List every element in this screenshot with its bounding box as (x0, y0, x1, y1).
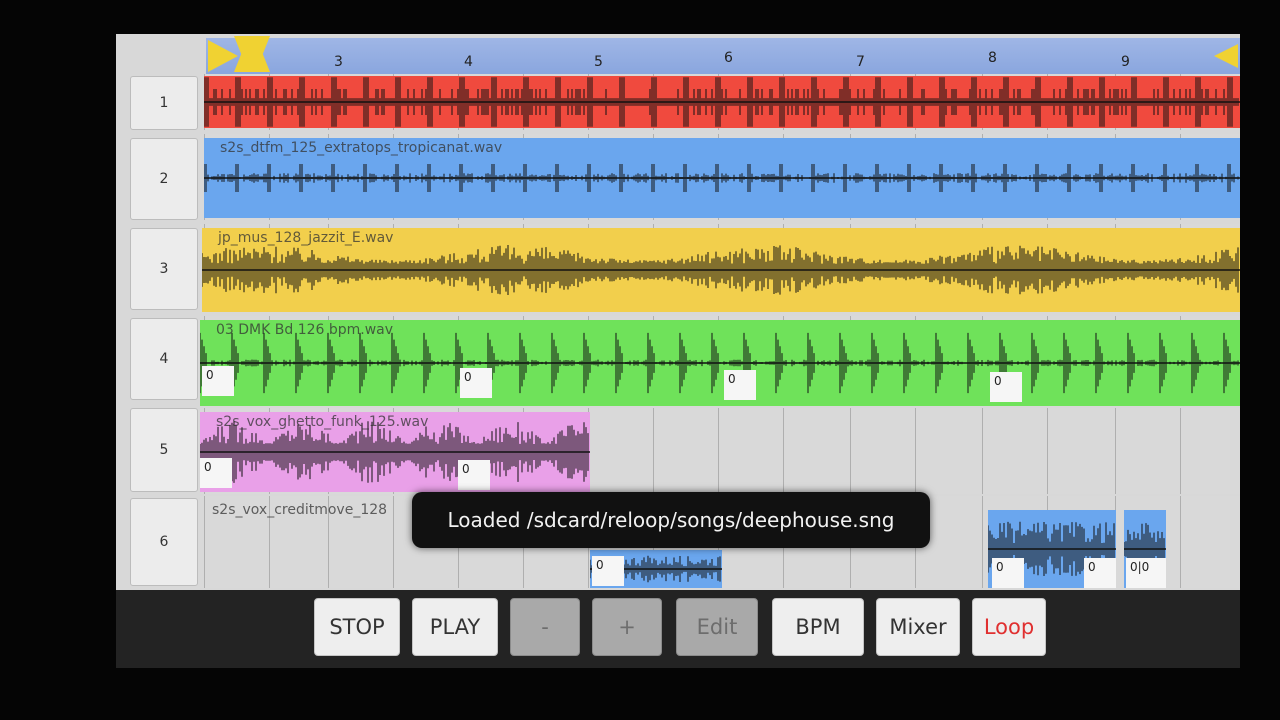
bar-number: 3 (334, 54, 343, 70)
clip-marker[interactable]: 0 (200, 458, 232, 488)
edit-button[interactable]: Edit (676, 598, 758, 656)
bar-number: 7 (856, 54, 865, 70)
lane-3[interactable]: jp_mus_128_jazzit_E.wav (200, 224, 1240, 312)
beat-gridline (1180, 408, 1181, 494)
track-number: 4 (159, 351, 169, 367)
waveform (204, 77, 1240, 127)
timeline-ruler[interactable]: 3 4 5 6 7 8 9 (206, 38, 1240, 75)
lane-5[interactable]: s2s_vox_ghetto_funk_125.wav 0 0 (200, 408, 1240, 494)
clip-name: 03 DMK Bd 126 bpm.wav (216, 322, 394, 338)
audio-clip[interactable]: s2s_vox_ghetto_funk_125.wav (200, 412, 590, 492)
track-2-button[interactable]: 2 (130, 138, 198, 220)
beat-gridline (1115, 408, 1116, 494)
beat-gridline (1047, 408, 1048, 494)
play-button[interactable]: PLAY (412, 598, 498, 656)
status-toast: Loaded /sdcard/reloop/songs/deephouse.sn… (412, 492, 930, 548)
beat-gridline (718, 408, 719, 494)
bar-number: 8 (988, 50, 997, 66)
toast-message: Loaded /sdcard/reloop/songs/deephouse.sn… (447, 508, 895, 532)
clip-name: jp_mus_128_jazzit_E.wav (218, 230, 394, 246)
loop-start-handle[interactable] (208, 40, 238, 72)
beat-gridline (204, 496, 205, 588)
clip-marker[interactable]: 0 (724, 370, 756, 400)
clip-marker[interactable]: 0 (592, 556, 624, 586)
clip-marker[interactable]: 0 (202, 366, 234, 396)
mixer-button[interactable]: Mixer (876, 598, 960, 656)
track-number: 1 (159, 95, 169, 111)
loop-button[interactable]: Loop (972, 598, 1046, 656)
zoom-in-button[interactable]: + (592, 598, 662, 656)
track-number: 2 (159, 171, 169, 187)
track-3-button[interactable]: 3 (130, 228, 198, 310)
clip-name: s2s_dtfm_125_extratops_tropicanat.wav (220, 140, 503, 156)
clip-marker[interactable]: 0 (460, 368, 492, 398)
clip-marker[interactable]: 0 (992, 558, 1024, 588)
daw-screen: 3 4 5 6 7 8 9 1 2 3 4 5 6 s2s_dtfm_125_e… (116, 34, 1240, 668)
track-4-button[interactable]: 4 (130, 318, 198, 400)
track-number: 5 (159, 442, 169, 458)
beat-gridline (783, 408, 784, 494)
beat-gridline (393, 496, 394, 588)
audio-clip[interactable]: jp_mus_128_jazzit_E.wav (202, 228, 1240, 312)
track-number: 6 (159, 534, 169, 550)
clip-name: s2s_vox_ghetto_funk_125.wav (216, 414, 429, 430)
clip-marker[interactable]: 0|0 (1126, 558, 1166, 588)
track-5-button[interactable]: 5 (130, 408, 198, 492)
beat-gridline (850, 408, 851, 494)
beat-gridline (982, 408, 983, 494)
beat-gridline (915, 408, 916, 494)
beat-gridline (982, 496, 983, 588)
track-number: 3 (159, 261, 169, 277)
bar-number: 6 (724, 50, 733, 66)
bpm-button[interactable]: BPM (772, 598, 864, 656)
bar-number: 4 (464, 54, 473, 70)
clip-name: s2s_vox_creditmove_128 (212, 502, 388, 518)
audio-clip[interactable]: s2s_dtfm_125_extratops_tropicanat.wav (204, 138, 1240, 218)
beat-gridline (653, 408, 654, 494)
lane-2[interactable]: s2s_dtfm_125_extratops_tropicanat.wav (200, 134, 1240, 220)
bar-number: 5 (594, 54, 603, 70)
lane-4[interactable]: 03 DMK Bd 126 bpm.wav 0 0 0 0 (200, 316, 1240, 406)
audio-clip[interactable]: 03 DMK Bd 126 bpm.wav (200, 320, 1240, 406)
lane-1[interactable] (200, 74, 1240, 130)
beat-gridline (1180, 496, 1181, 588)
zoom-out-button[interactable]: - (510, 598, 580, 656)
audio-clip[interactable] (204, 76, 1240, 128)
track-6-button[interactable]: 6 (130, 498, 198, 586)
transport-toolbar: STOP PLAY - + Edit BPM Mixer Loop (116, 590, 1240, 668)
clip-marker[interactable]: 0 (990, 372, 1022, 402)
loop-end-handle[interactable] (1214, 44, 1238, 68)
clip-marker[interactable]: 0 (1084, 558, 1116, 588)
stop-button[interactable]: STOP (314, 598, 400, 656)
bar-number: 9 (1121, 54, 1130, 70)
track-1-button[interactable]: 1 (130, 76, 198, 130)
clip-marker[interactable]: 0 (458, 460, 490, 490)
